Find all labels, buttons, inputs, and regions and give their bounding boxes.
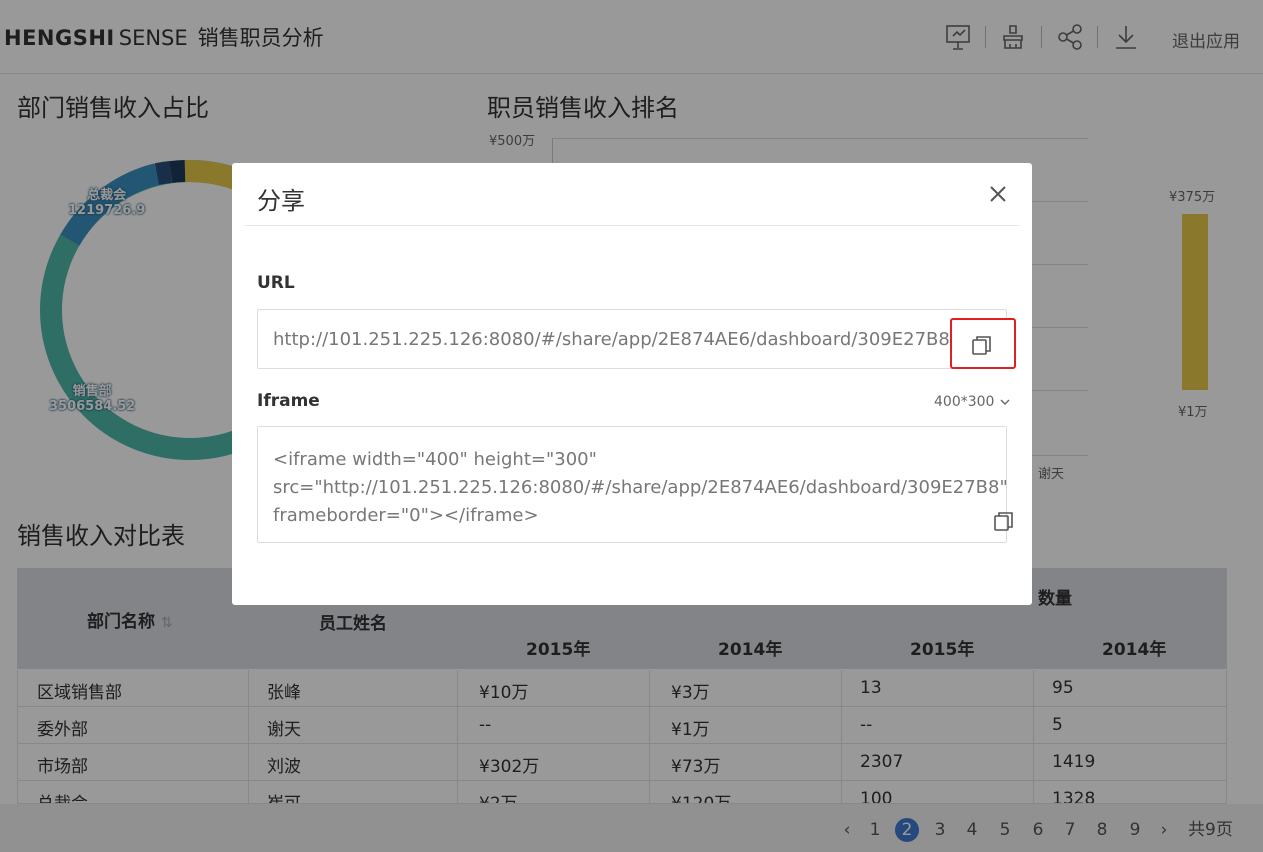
iframe-code-box[interactable]: <iframe width="400" height="300" src="ht… bbox=[257, 426, 1013, 543]
dialog-title: 分享 bbox=[257, 187, 305, 215]
url-field[interactable]: http://101.251.225.126:8080/#/share/app/… bbox=[257, 309, 1007, 369]
dialog-divider bbox=[244, 225, 1020, 226]
copy-icon bbox=[972, 336, 991, 355]
iframe-code: <iframe width="400" height="300" src="ht… bbox=[273, 449, 1008, 526]
share-dialog: 分享 URL http://101.251.225.126:8080/#/sha… bbox=[232, 163, 1032, 605]
close-icon[interactable] bbox=[986, 182, 1010, 206]
iframe-label: Iframe bbox=[257, 391, 320, 411]
url-label: URL bbox=[257, 273, 295, 293]
copy-iframe-icon[interactable] bbox=[992, 509, 1016, 533]
chevron-down-icon bbox=[1000, 399, 1010, 405]
iframe-size-dropdown[interactable]: 400*300 bbox=[934, 394, 1011, 410]
copy-url-button[interactable] bbox=[950, 318, 1016, 369]
url-value: http://101.251.225.126:8080/#/share/app/… bbox=[273, 329, 950, 350]
iframe-size-value: 400*300 bbox=[934, 394, 995, 410]
